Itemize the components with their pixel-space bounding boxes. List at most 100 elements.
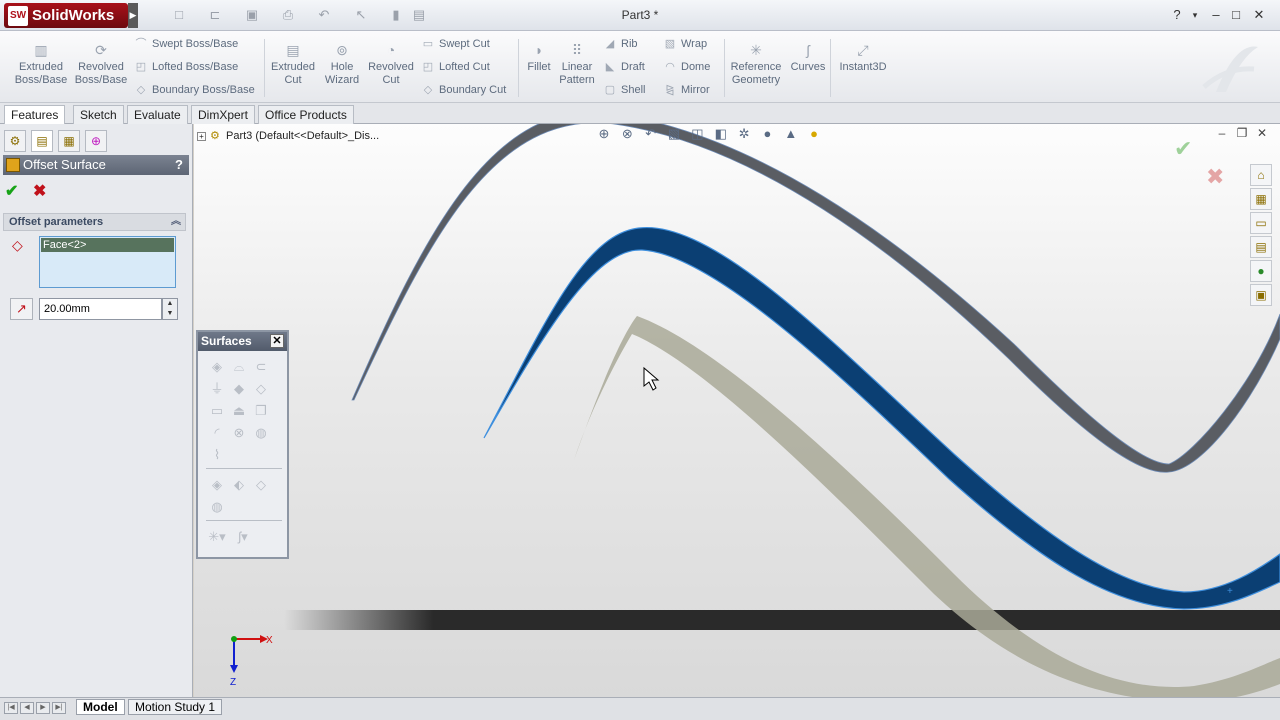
hole-wizard-button[interactable]: ⊚ Hole Wizard <box>320 41 364 87</box>
help-dropdown-icon[interactable]: ▾ <box>1186 6 1204 24</box>
revolved-boss-button[interactable]: ⟳ Revolved Boss/Base <box>72 41 130 87</box>
draft-button[interactable]: ◣ Draft <box>602 58 645 76</box>
viewport-minimize-icon[interactable]: – <box>1212 126 1232 140</box>
surfaces-toolbar[interactable]: Surfaces ✕ ◈ ⌓ ⊂ ⏚ ◆ ◇ ▭ ⏏ ❐ ◜ ⊗ ◍ ⌇ ◈ ⬖ ◇ ◍ ✳▾ ʃ▾ <box>196 330 289 559</box>
cancel-x-icon[interactable]: ✖ <box>33 181 46 201</box>
expand-icon[interactable]: + <box>197 131 206 141</box>
close-icon[interactable]: ✕ <box>1250 6 1268 24</box>
swept-cut-button[interactable]: ▭ Swept Cut <box>420 35 490 53</box>
close-toolbar-icon[interactable]: ✕ <box>270 334 284 348</box>
lofted-cut-button[interactable]: ◰ Lofted Cut <box>420 58 490 76</box>
boundary-cut-button[interactable]: ◇ Boundary Cut <box>420 81 507 99</box>
section-view-icon[interactable]: ▧ <box>664 124 684 144</box>
revolved-cut-button[interactable]: ◔ Revolved Cut <box>366 41 416 87</box>
boundary-boss-button[interactable]: ◇ Boundary Boss/Base <box>133 81 255 99</box>
custom-properties-icon[interactable]: ▣ <box>1250 284 1272 306</box>
appearances-icon[interactable]: ● <box>1250 260 1272 282</box>
surface-selection-list[interactable]: Face<2> <box>39 236 176 288</box>
new-document-icon[interactable]: □ <box>170 7 188 23</box>
boundary-surface-icon[interactable]: ◆ <box>228 380 250 398</box>
dimxpert-manager-icon[interactable]: ⊕ <box>85 130 107 152</box>
next-tab-icon[interactable]: ▶ <box>36 702 50 714</box>
thicken-icon[interactable]: ◍ <box>206 498 228 516</box>
offset-surface-icon[interactable]: ⏏ <box>228 402 250 420</box>
undo-icon[interactable]: ↶ <box>315 7 333 23</box>
open-document-icon[interactable]: ⊏ <box>206 7 224 23</box>
distance-spinner[interactable]: ▲ ▼ <box>162 298 178 320</box>
print-icon[interactable]: ⎙ <box>279 7 297 23</box>
previous-view-icon[interactable]: ↶ <box>641 124 661 144</box>
fillet-button[interactable]: ◗ Fillet <box>522 41 556 74</box>
prev-tab-icon[interactable]: ◀ <box>20 702 34 714</box>
configuration-manager-icon[interactable]: ▦ <box>58 130 80 152</box>
filled-surface-icon[interactable]: ◇ <box>250 380 272 398</box>
instant3d-button[interactable]: ⤢ Instant3D <box>834 41 892 74</box>
maximize-icon[interactable]: □ <box>1227 6 1245 24</box>
knit-surface-icon[interactable]: ⌇ <box>206 446 228 464</box>
wrap-button[interactable]: ▧ Wrap <box>662 35 707 53</box>
tab-model[interactable]: Model <box>76 699 125 715</box>
offset-parameters-group[interactable]: Offset parameters ︽ <box>3 213 186 231</box>
offset-distance-input[interactable]: 20.00mm <box>39 298 162 320</box>
select-icon[interactable]: ↖ <box>352 7 370 23</box>
view-palette-icon[interactable]: ▤ <box>1250 236 1272 258</box>
edit-appearance-icon[interactable]: ● <box>757 124 777 144</box>
home-icon[interactable]: ⌂ <box>1250 164 1272 186</box>
hide-show-items-icon[interactable]: ✲ <box>734 124 754 144</box>
tab-motion-study[interactable]: Motion Study 1 <box>128 699 223 715</box>
property-manager-icon[interactable]: ▤ <box>31 130 53 152</box>
confirm-ok-icon[interactable]: ✔ <box>1174 136 1192 162</box>
extruded-boss-button[interactable]: ▥ Extruded Boss/Base <box>12 41 70 87</box>
tab-evaluate[interactable]: Evaluate <box>127 105 188 124</box>
reference-geometry-button[interactable]: ✳ Reference Geometry <box>728 41 784 87</box>
surfaces-toolbar-header[interactable]: Surfaces ✕ <box>198 332 287 351</box>
save-icon[interactable]: ▣ <box>243 7 261 23</box>
reverse-direction-button[interactable]: ↗ <box>10 298 33 320</box>
swept-boss-button[interactable]: ⌒ Swept Boss/Base <box>133 35 239 53</box>
upper-grey-surface[interactable] <box>351 124 1280 473</box>
tab-dimxpert[interactable]: DimXpert <box>191 105 256 124</box>
ruled-surface-icon[interactable]: ❐ <box>250 402 272 420</box>
help-icon[interactable]: ? <box>1168 6 1186 24</box>
tab-sketch[interactable]: Sketch <box>73 105 124 124</box>
rib-button[interactable]: ◢ Rib <box>602 35 638 53</box>
reference-geometry-icon[interactable]: ✳▾ <box>206 528 228 546</box>
selected-face-item[interactable]: Face<2> <box>41 238 174 252</box>
confirm-cancel-icon[interactable]: ✖ <box>1206 164 1224 190</box>
curves-icon[interactable]: ʃ▾ <box>228 528 258 546</box>
dome-button[interactable]: ◠ Dome <box>662 58 710 76</box>
shell-button[interactable]: ▢ Shell <box>602 81 646 99</box>
collapse-chevron-icon[interactable]: ︽ <box>171 214 181 230</box>
menu-expand-icon[interactable]: ▶ <box>128 3 138 28</box>
viewport-restore-icon[interactable]: ❐ <box>1232 126 1252 140</box>
help-button[interactable]: ? <box>175 155 183 175</box>
tab-office-products[interactable]: Office Products <box>258 105 354 124</box>
graphics-area[interactable]: + + ⚙ Part3 (Default<<Default>_Dis... ⊕ ⊗ … <box>194 124 1280 697</box>
solidworks-logo[interactable]: SW SolidWorks <box>4 3 128 28</box>
display-style-icon[interactable]: ◧ <box>711 124 731 144</box>
lofted-boss-button[interactable]: ◰ Lofted Boss/Base <box>133 58 238 76</box>
extend-surface-icon[interactable]: ◜ <box>206 424 228 442</box>
zoom-to-area-icon[interactable]: ⊗ <box>617 124 637 144</box>
design-library-icon[interactable]: ▦ <box>1250 188 1272 210</box>
extruded-surface-icon[interactable]: ◈ <box>206 358 228 376</box>
planar-surface-icon[interactable]: ▭ <box>206 402 228 420</box>
apply-scene-icon[interactable]: ▲ <box>781 124 801 144</box>
lofted-surface-icon[interactable]: ⏚ <box>206 380 228 398</box>
move-face-icon[interactable]: ⬖ <box>228 476 250 494</box>
revolved-surface-icon[interactable]: ⌓ <box>228 358 250 376</box>
untrim-surface-icon[interactable]: ◍ <box>250 424 272 442</box>
extruded-cut-button[interactable]: ▤ Extruded Cut <box>268 41 318 87</box>
feature-manager-icon[interactable]: ⚙ <box>4 130 26 152</box>
fillet-surface-icon[interactable]: ◈ <box>206 476 228 494</box>
rebuild-icon[interactable]: ▮ <box>387 7 405 23</box>
zoom-to-fit-icon[interactable]: ⊕ <box>594 124 614 144</box>
viewport-close-icon[interactable]: ✕ <box>1252 126 1272 140</box>
options-icon[interactable]: ▤ <box>410 7 428 23</box>
first-tab-icon[interactable]: |◀ <box>4 702 18 714</box>
tab-features[interactable]: Features <box>4 105 66 124</box>
file-explorer-icon[interactable]: ▭ <box>1250 212 1272 234</box>
swept-surface-icon[interactable]: ⊂ <box>250 358 272 376</box>
view-orientation-icon[interactable]: ◫ <box>687 124 707 144</box>
mirror-button[interactable]: ⧎ Mirror <box>662 81 709 99</box>
